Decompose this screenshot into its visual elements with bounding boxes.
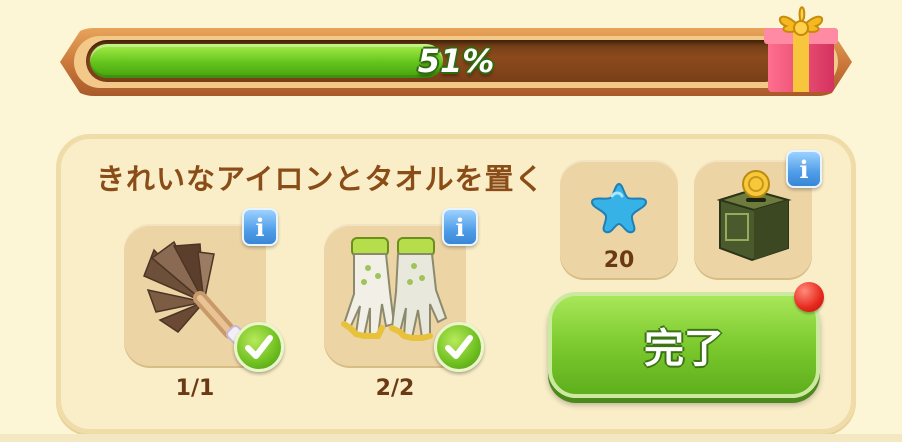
bottom-strip [0, 434, 902, 442]
checkmark-icon [234, 322, 284, 372]
coin-safe-box-icon [716, 170, 792, 262]
blue-star-icon [590, 182, 648, 234]
notification-dot [794, 282, 824, 312]
reward-amount: 20 [603, 248, 635, 273]
gift-box-icon[interactable] [760, 0, 842, 98]
quest-title: きれいなアイロンとタオルを置く [96, 162, 545, 196]
garden-gloves-icon [341, 237, 448, 341]
requirement-count: 2/2 [375, 376, 415, 401]
info-button[interactable]: i [242, 208, 278, 246]
progress-percent: 51% [417, 42, 495, 80]
complete-button[interactable]: 完了 [548, 292, 820, 398]
info-button[interactable]: i [442, 208, 478, 246]
info-button[interactable]: i [786, 150, 822, 188]
requirement-count: 1/1 [175, 376, 215, 401]
checkmark-icon [434, 322, 484, 372]
reward-slot: 20 [560, 160, 678, 278]
